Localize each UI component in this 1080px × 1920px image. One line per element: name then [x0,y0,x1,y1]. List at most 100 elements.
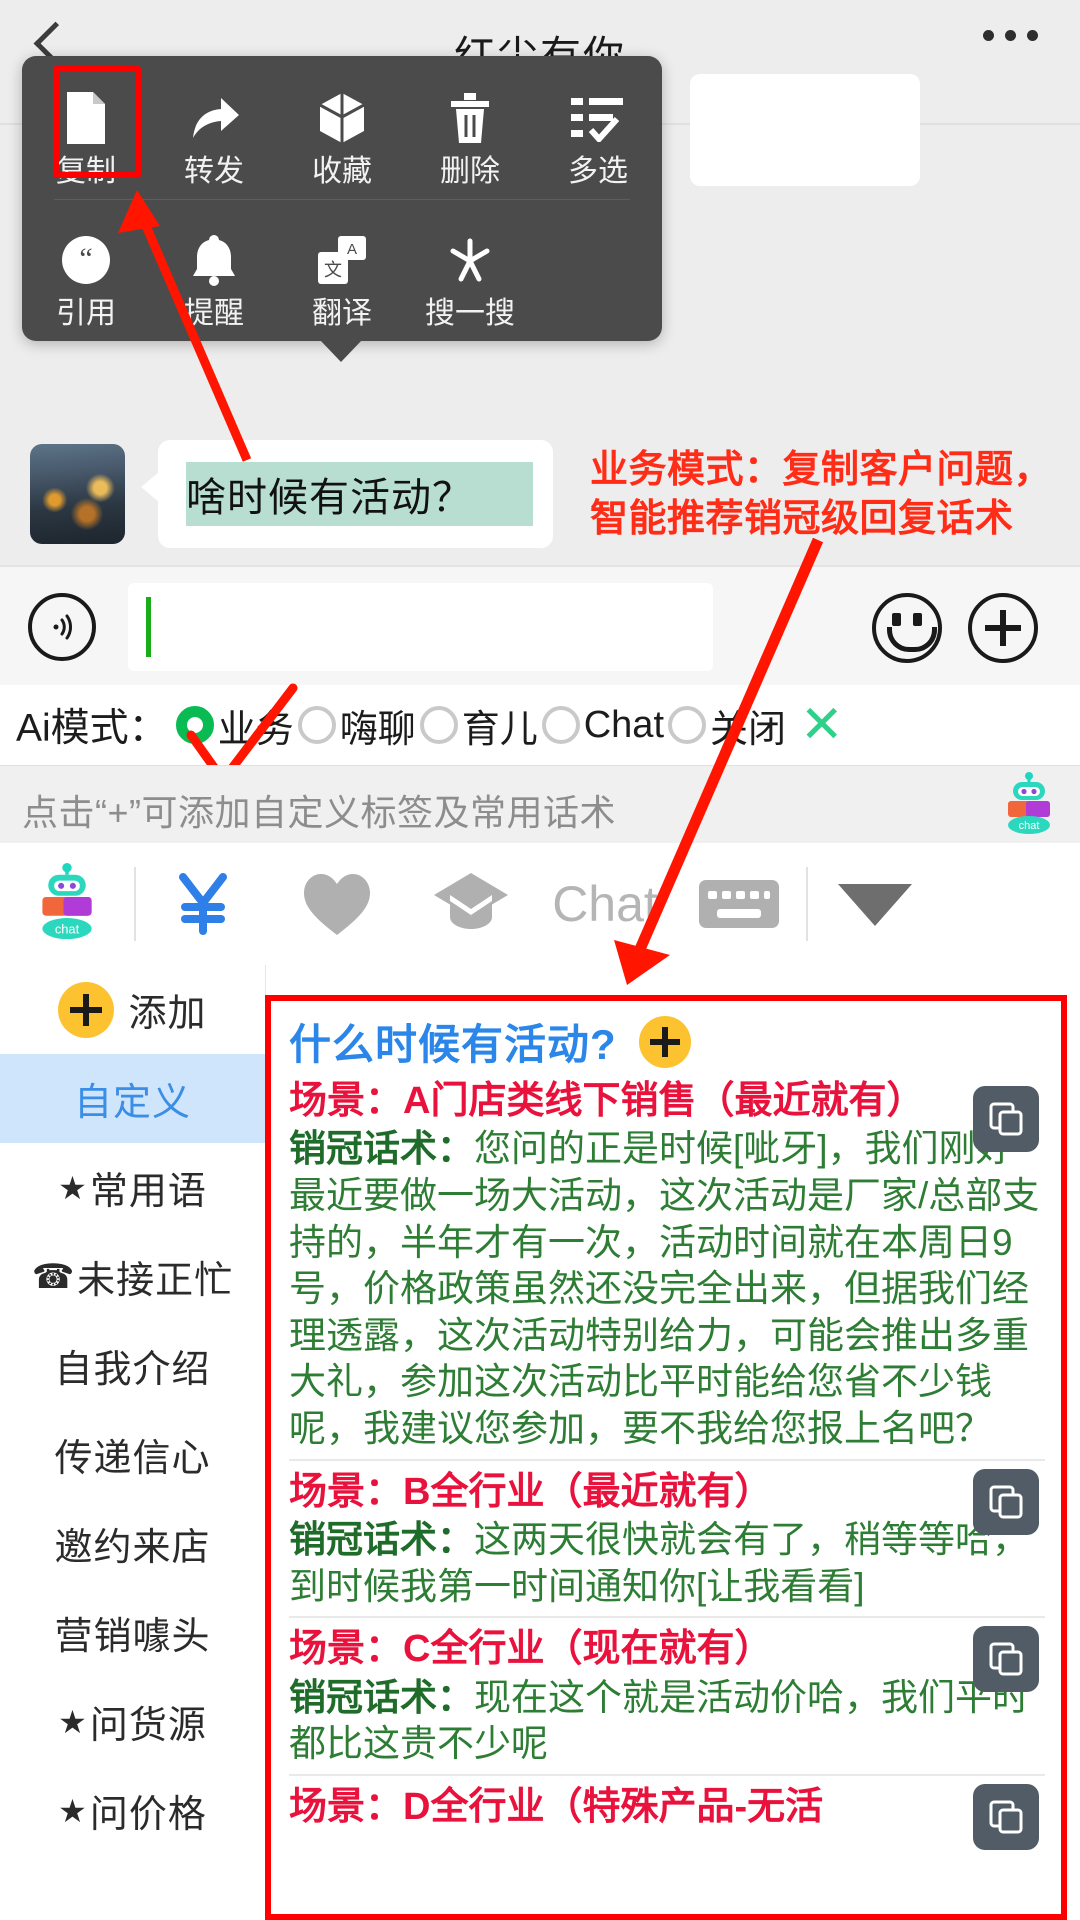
toolbar-chat-label: Chat [552,876,658,932]
avatar[interactable] [30,444,125,544]
annotation-line-1: 业务模式：复制客户问题， [590,449,1053,491]
copy-highlight-box [53,66,141,178]
svg-text:“: “ [79,242,92,275]
radio-icon [175,706,214,744]
sidebar-item-label: 未接正忙 [77,1260,234,1302]
toolbar-item-chat[interactable]: Chat [538,843,672,965]
copy-stack-icon[interactable] [973,1086,1039,1152]
star-icon: ★ [58,1792,88,1829]
sidebar-item-label: 常用语 [89,1171,207,1213]
forward-arrow-icon [187,88,241,148]
ai-mode-option-off[interactable]: 关闭 [668,698,786,753]
voice-wave-icon[interactable] [28,593,96,661]
copy-stack-icon[interactable] [973,1468,1039,1535]
sidebar-item-confidence[interactable]: 传递信心 [0,1410,265,1499]
copy-stack-icon[interactable] [973,1626,1039,1693]
message-text: 啥时候有活动？ [186,476,473,520]
context-menu-item-translate[interactable]: 文 A 翻译 [278,216,406,329]
svg-text:chat: chat [1019,820,1040,832]
sidebar-item-label: 问价格 [89,1794,207,1836]
plus-circle-icon[interactable] [968,593,1038,663]
ai-mode-option-chatty[interactable]: 嗨聊 [297,698,416,753]
radio-icon [541,706,580,744]
toolbar-item-favorite[interactable] [270,843,404,965]
sidebar-item-missed-busy[interactable]: ☎ 未接正忙 [0,1232,265,1321]
context-menu-item-delete[interactable]: 删除 [406,74,534,187]
close-x-icon[interactable]: ✕ [800,699,844,751]
hint-text: 点击“+”可添加自定义标签及常用话术 [22,792,617,833]
ai-mode-label: Ai模式： [16,707,168,750]
context-menu-label: 收藏 [312,155,372,188]
sidebar-item-label: 自我介绍 [54,1349,211,1391]
context-menu-divider [54,199,630,200]
context-menu-item-search[interactable]: 搜一搜 [406,216,534,329]
script-prefix: 销冠话术： [289,1128,474,1170]
sidebar-item-label: 问货源 [89,1705,207,1747]
search-input[interactable] [128,583,713,671]
toolbar-item-collapse[interactable] [808,843,942,965]
trash-icon [448,88,492,148]
sidebar-item-common-phrases[interactable]: ★ 常用语 [0,1143,265,1232]
ai-mode-option-parenting[interactable]: 育儿 [419,698,538,753]
more-dots-icon[interactable] [983,30,1038,41]
quick-tool-bar: chat Chat [0,843,1080,966]
radio-icon [419,706,458,744]
multi-select-list-icon [571,88,625,148]
context-menu-tail [320,340,362,362]
answer-question-row: 什么时候有活动? [289,1011,1045,1072]
answer-scene-label: 场景：B全行业（最近就有） [289,1470,773,1513]
smiley-face-icon[interactable] [872,593,942,663]
hint-bar: 点击“+”可添加自定义标签及常用话术 chat [0,765,1080,845]
context-menu-label: 删除 [440,155,500,188]
star-icon: ★ [58,1703,88,1740]
toolbar-item-robot[interactable]: chat [0,843,134,965]
context-menu-item-multiselect[interactable]: 多选 [534,74,662,187]
toolbar-item-keyboard[interactable] [672,843,806,965]
sidebar-item-invite-store[interactable]: 邀约来店 [0,1499,265,1588]
answer-script-text: 销冠话术：这两天很快就会有了，稍等等哈，到时候我第一时间通知你[让我看看] [289,1517,1045,1610]
ai-mode-option-business[interactable]: 业务 [175,698,294,753]
context-menu-label: 搜一搜 [425,297,515,330]
copy-stack-icon[interactable] [973,1783,1039,1850]
sidebar-item-marketing-hook[interactable]: 营销噱头 [0,1588,265,1677]
chat-robot-icon[interactable]: chat [996,772,1062,838]
phrase-category-list: 添加 自定义 ★ 常用语 ☎ 未接正忙 自我介绍 传递信心 邀约来店 营销噱头 … [0,965,266,1920]
sidebar-item-label: 营销噱头 [54,1616,211,1658]
ai-answer-panel: 什么时候有活动? 场景：A门店类线下销售（最近就有） 销冠话术：您问的正是时候[… [265,995,1067,1920]
sidebar-item-label: 邀约来店 [54,1527,211,1569]
sidebar-item-add[interactable]: 添加 [0,965,265,1054]
sidebar-item-custom[interactable]: 自定义 [0,1054,265,1143]
answer-block: 场景：B全行业（最近就有） 销冠话术：这两天很快就会有了，稍等等哈，到时候我第一… [289,1458,1045,1617]
star-icon: ★ [58,1169,88,1206]
context-menu-label: 提醒 [184,297,244,330]
context-menu-item-forward[interactable]: 转发 [150,74,278,187]
script-prefix: 销冠话术： [289,1518,474,1560]
sidebar-item-ask-supply[interactable]: ★ 问货源 [0,1677,265,1766]
context-menu-item-reminder[interactable]: 提醒 [150,216,278,329]
sidebar-item-ask-price[interactable]: ★ 问价格 [0,1766,265,1855]
message-bubble[interactable]: 啥时候有活动？ [141,440,553,548]
translate-icon: 文 A [316,230,368,290]
context-menu-item-favorite[interactable]: 收藏 [278,74,406,187]
message-input-bar [0,565,1080,687]
answer-script-text: 销冠话术：现在这个就是活动价哈，我们平时都比这贵不少呢 [289,1675,1045,1768]
ai-mode-option-label: 育儿 [461,708,538,751]
plus-circle-yellow-icon[interactable] [638,1015,691,1068]
toolbar-item-education[interactable] [404,843,538,965]
search-spark-icon [443,230,497,290]
annotation-line-2: 智能推荐销冠级回复话术 [590,497,1014,540]
sidebar-item-self-intro[interactable]: 自我介绍 [0,1321,265,1410]
context-menu-item-quote[interactable]: “ 引用 [22,216,150,329]
context-menu-label: 多选 [568,155,628,188]
app-screen: 红尘有你 复制 转发 [0,0,1080,1920]
bell-reminder-icon [191,230,237,290]
annotation-text: 业务模式：复制客户问题， 智能推荐销冠级回复话术 [590,446,1070,543]
ai-mode-option-label: 业务 [217,708,294,751]
answer-block: 场景：A门店类线下销售（最近就有） 销冠话术：您问的正是时候[呲牙]，我们刚好最… [289,1078,1045,1459]
star-favorite-box-icon [318,88,366,148]
toolbar-item-yen[interactable] [136,843,270,965]
svg-text:A: A [347,241,357,258]
ai-mode-row: Ai模式： 业务 嗨聊 育儿 Chat 关闭 ✕ [0,685,1080,765]
selected-text-highlight: 啥时候有活动？ [186,462,533,526]
ai-mode-option-chat[interactable]: Chat [541,704,664,747]
